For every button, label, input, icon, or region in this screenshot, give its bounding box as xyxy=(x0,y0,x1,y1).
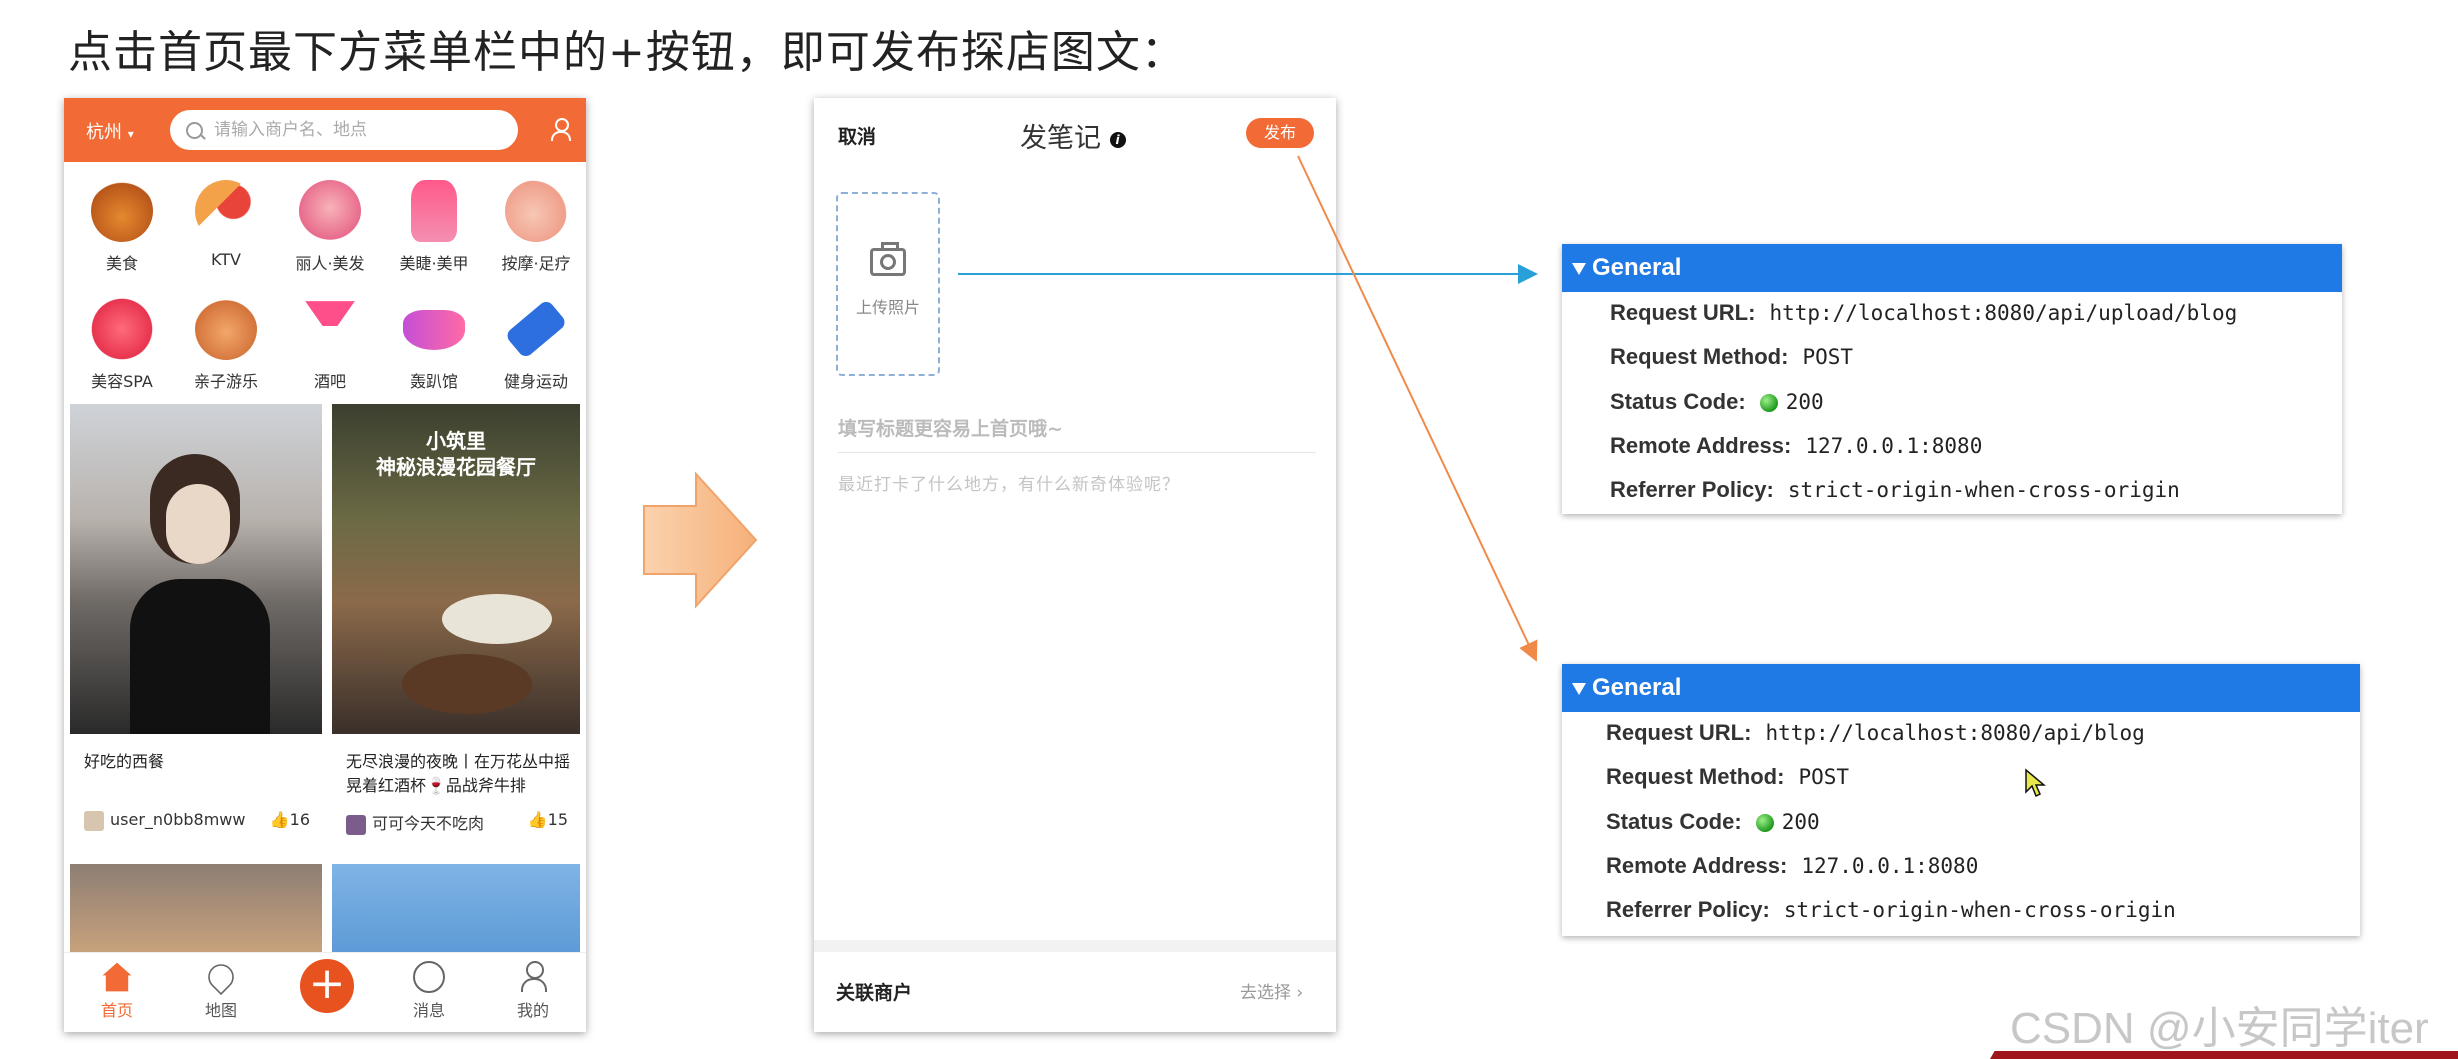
publish-connector-arrow xyxy=(1297,155,1538,662)
connector-arrows xyxy=(958,155,1538,662)
mouse-cursor-icon xyxy=(2025,768,2046,798)
footer-accent-bar xyxy=(1990,1051,2458,1059)
watermark: CSDN @小安同学iter xyxy=(2010,1004,2429,1053)
